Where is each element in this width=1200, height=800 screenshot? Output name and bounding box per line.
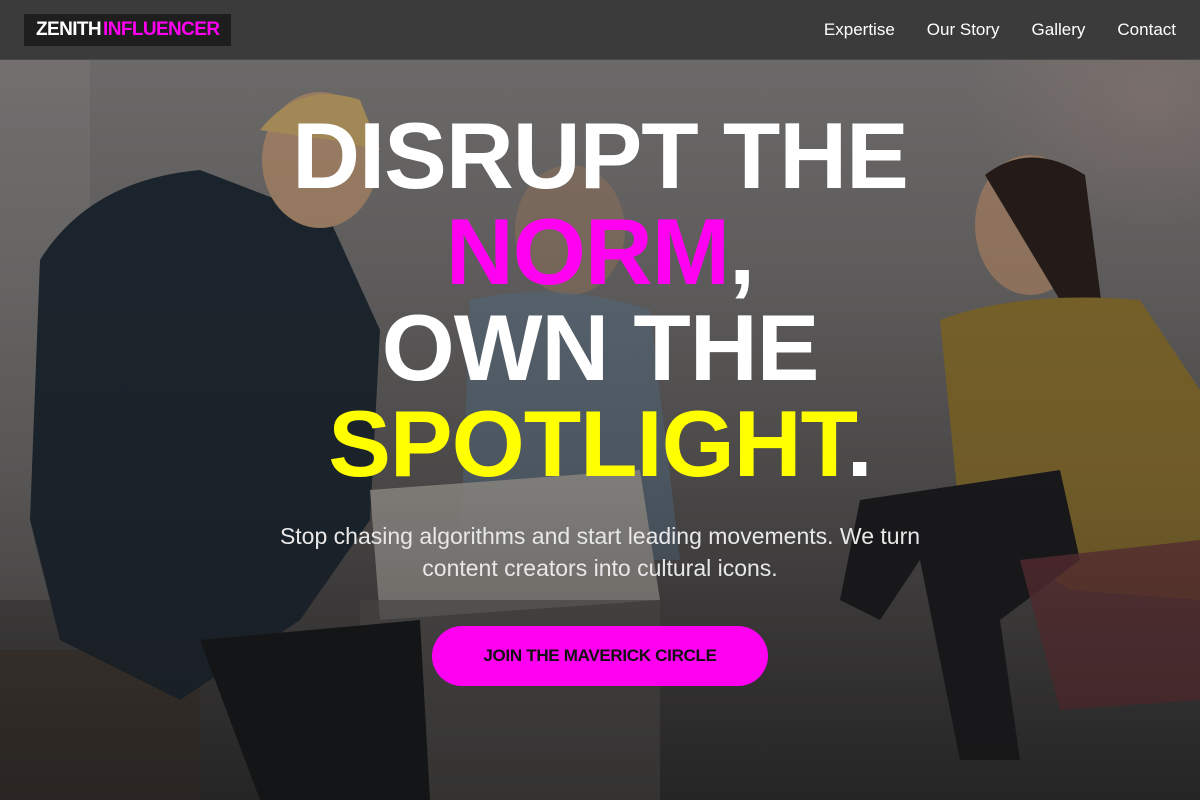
headline-accent-spotlight: SPOTLIGHT bbox=[328, 391, 847, 496]
headline-line-1: DISRUPT THE bbox=[292, 103, 909, 208]
headline-period: . bbox=[846, 391, 873, 496]
headline-comma: , bbox=[729, 199, 755, 304]
headline-accent-norm: NORM bbox=[445, 199, 730, 304]
nav-links: Expertise Our Story Gallery Contact bbox=[824, 0, 1176, 60]
top-navbar: ZENITH INFLUENCER Expertise Our Story Ga… bbox=[0, 0, 1200, 60]
logo-primary-text: ZENITH bbox=[36, 19, 102, 40]
nav-link-contact[interactable]: Contact bbox=[1117, 20, 1176, 40]
logo-accent-text: INFLUENCER bbox=[103, 19, 220, 40]
nav-link-gallery[interactable]: Gallery bbox=[1032, 20, 1086, 40]
headline-line-3: OWN THE bbox=[381, 295, 820, 400]
nav-link-our-story[interactable]: Our Story bbox=[927, 20, 1000, 40]
brand-logo[interactable]: ZENITH INFLUENCER bbox=[24, 14, 232, 46]
hero-subtext: Stop chasing algorithms and start leadin… bbox=[279, 523, 921, 581]
headline-line-4: SPOTLIGHT. bbox=[0, 396, 1200, 492]
join-maverick-circle-button[interactable]: JOIN THE MAVERICK CIRCLE bbox=[432, 626, 768, 686]
hero-headline: DISRUPT THE NORM, OWN THE SPOTLIGHT. bbox=[0, 108, 1200, 492]
headline-line-2: NORM, bbox=[0, 204, 1200, 300]
nav-link-expertise[interactable]: Expertise bbox=[824, 20, 895, 40]
